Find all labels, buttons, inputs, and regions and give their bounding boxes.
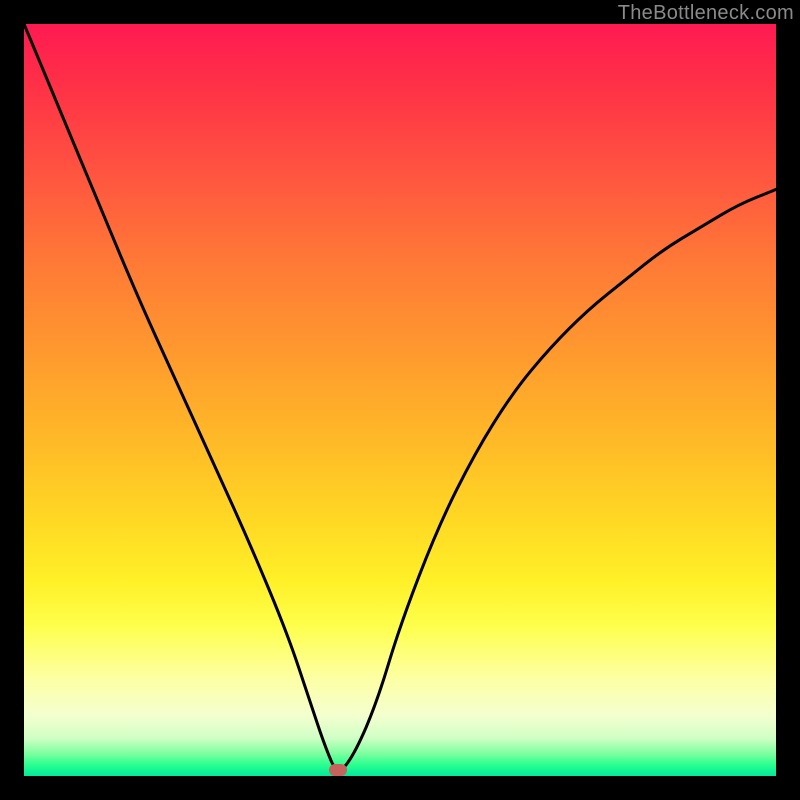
optimal-point-marker xyxy=(329,764,347,776)
plot-area xyxy=(24,24,776,776)
watermark-text: TheBottleneck.com xyxy=(618,2,794,25)
bottleneck-curve xyxy=(24,24,776,776)
chart-frame: TheBottleneck.com xyxy=(0,0,800,800)
